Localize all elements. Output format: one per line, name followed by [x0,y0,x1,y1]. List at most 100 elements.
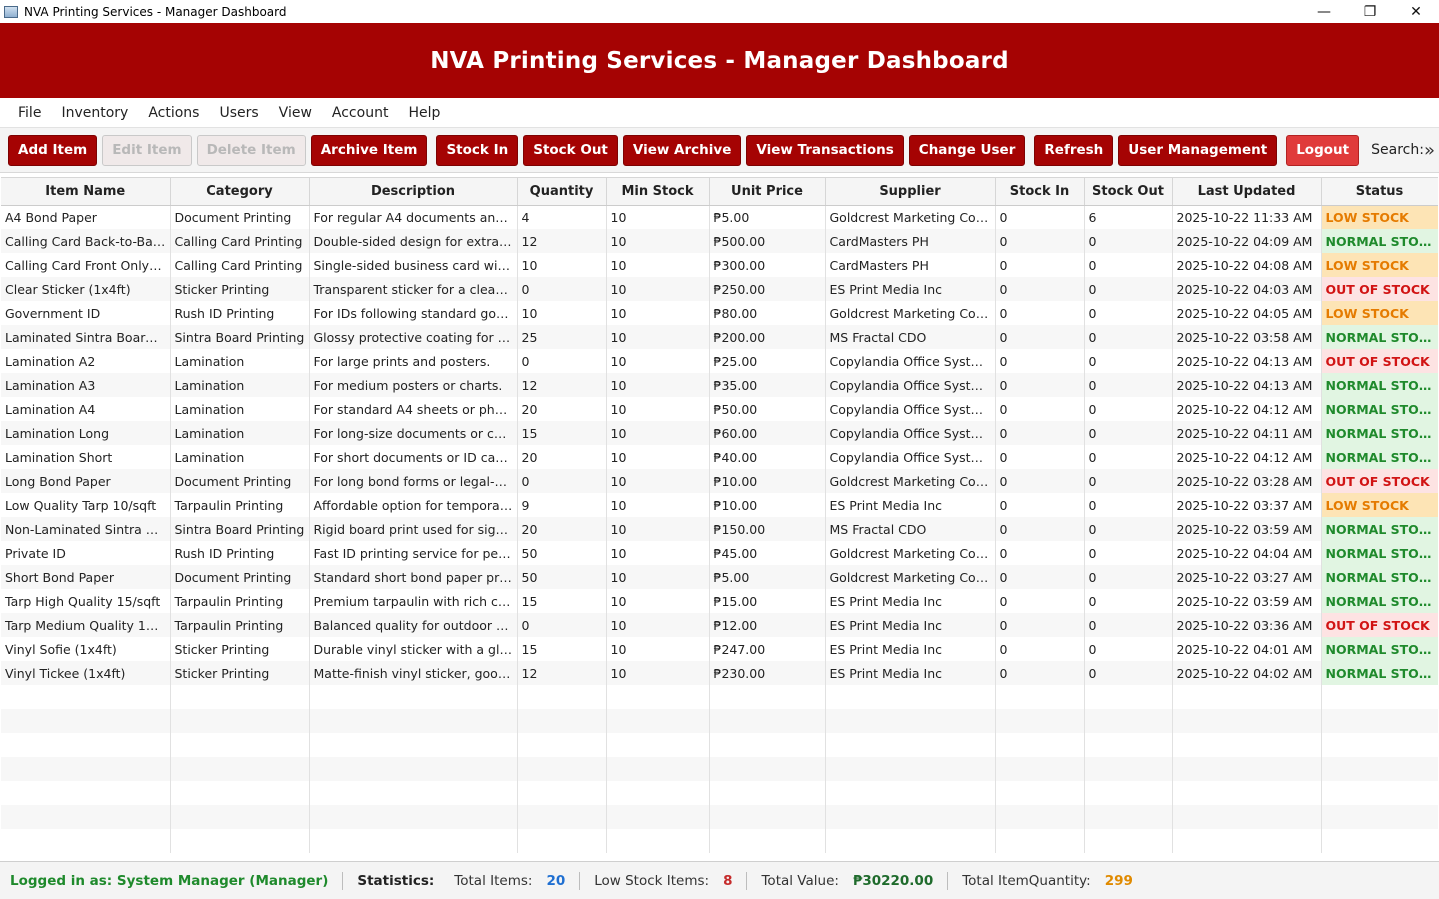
table-cell [825,709,996,733]
table-cell: 0 [1084,445,1173,469]
total-quantity-value: 299 [1104,872,1133,889]
column-header[interactable]: Quantity [517,178,607,206]
table-row[interactable]: Calling Card Back-to-Back ... Calling Car… [1,229,1438,253]
column-header[interactable]: Supplier [825,178,996,206]
table-cell [309,781,518,805]
table-cell: 9 [517,493,607,517]
table-cell: 0 [995,205,1085,229]
menu-inventory[interactable]: Inventory [51,105,138,121]
user-management-button[interactable]: User Management [1118,134,1278,166]
table-row[interactable]: Government ID Rush ID Printing For IDs fol… [1,301,1438,325]
table-cell: Sintra Board Printing [170,517,310,541]
table-cell [1084,805,1173,829]
table-row[interactable]: Laminated Sintra Board 20... Sintra Board… [1,325,1438,349]
edit-item-button[interactable]: Edit Item [102,134,192,166]
column-header[interactable]: Stock Out [1084,178,1173,206]
maximize-icon[interactable]: ❐ [1347,0,1393,23]
table-cell: ES Print Media Inc [825,637,996,661]
delete-item-button[interactable]: Delete Item [196,134,306,166]
table-row[interactable]: Tarp High Quality 15/sqft Tarpaulin Print… [1,589,1438,613]
table-cell [517,709,607,733]
table-row[interactable]: Short Bond Paper Document Printing Standar… [1,565,1438,589]
table-cell: Long Bond Paper [1,469,171,493]
table-cell [606,805,710,829]
table-cell: CardMasters PH [825,253,996,277]
archive-item-button[interactable]: Archive Item [310,134,428,166]
table-cell: Document Printing [170,565,310,589]
table-row[interactable]: Clear Sticker (1x4ft) Sticker Printing Tra… [1,277,1438,301]
table-cell: 2025-10-22 04:13 AM [1172,349,1322,373]
app-window: NVA Printing Services - Manager Dashboar… [0,0,1439,899]
table-row[interactable]: Lamination A2 Lamination For large prints … [1,349,1438,373]
table-cell: 0 [517,469,607,493]
menu-file[interactable]: File [8,105,51,121]
table-cell: 2025-10-22 04:08 AM [1172,253,1322,277]
table-cell: Calling Card Back-to-Back ... [1,229,171,253]
stock-out-button[interactable]: Stock Out [523,134,618,166]
table-cell: MS Fractal CDO [825,517,996,541]
table-cell [1084,685,1173,709]
table-row[interactable]: Lamination A4 Lamination For standard A4 s… [1,397,1438,421]
table-cell: Single-sided business card with y... [309,253,518,277]
table-cell: Lamination A3 [1,373,171,397]
status-separator [579,871,581,890]
logout-button[interactable]: Logout [1286,134,1360,166]
view-archive-button[interactable]: View Archive [622,134,742,166]
column-header[interactable]: Unit Price [709,178,826,206]
menu-account[interactable]: Account [322,105,399,121]
menu-users[interactable]: Users [209,105,268,121]
empty-row [1,829,1438,853]
table-row[interactable]: Long Bond Paper Document Printing For long… [1,469,1438,493]
table-cell: ES Print Media Inc [825,277,996,301]
table-row[interactable]: Tarp Medium Quality 12/s... Tarpaulin Pri… [1,613,1438,637]
status-badge: NORMAL STOCK [1321,661,1438,685]
table-cell: Lamination Short [1,445,171,469]
table-cell: 2025-10-22 04:04 AM [1172,541,1322,565]
menu-view[interactable]: View [269,105,322,121]
table-row[interactable]: A4 Bond Paper Document Printing For regula… [1,205,1438,229]
empty-row [1,733,1438,757]
table-cell: Tarpaulin Printing [170,493,310,517]
table-cell: ₱230.00 [709,661,826,685]
table-row[interactable]: Lamination Short Lamination For short docu… [1,445,1438,469]
add-item-button[interactable]: Add Item [8,134,98,166]
close-icon[interactable]: ✕ [1393,0,1439,23]
column-header[interactable]: Item Name [1,178,171,206]
table-cell: Glossy protective coating for a p... [309,325,518,349]
table-row[interactable]: Non-Laminated Sintra Boa... Sintra Board … [1,517,1438,541]
column-header[interactable]: Min Stock [606,178,710,206]
stock-in-button[interactable]: Stock In [436,134,519,166]
menu-help[interactable]: Help [398,105,450,121]
refresh-button[interactable]: Refresh [1034,134,1114,166]
table-cell: 15 [517,637,607,661]
table-cell [1084,829,1173,853]
page-title: NVA Printing Services - Manager Dashboar… [430,47,1009,74]
column-header[interactable]: Description [309,178,518,206]
table-row[interactable]: Low Quality Tarp 10/sqft Tarpaulin Printi… [1,493,1438,517]
table-cell [709,685,826,709]
change-user-button[interactable]: Change User [908,134,1026,166]
table-row[interactable]: Vinyl Tickee (1x4ft) Sticker Printing Matt… [1,661,1438,685]
table-cell [825,757,996,781]
table-row[interactable]: Calling Card Front Only (1... Calling Car… [1,253,1438,277]
minimize-icon[interactable]: — [1301,0,1347,23]
menu-actions[interactable]: Actions [138,105,209,121]
table-cell: 10 [606,613,710,637]
column-header[interactable]: Last Updated [1172,178,1322,206]
table-cell: Lamination [170,349,310,373]
table-row[interactable]: Lamination Long Lamination For long-size d… [1,421,1438,445]
table-cell: Lamination [170,397,310,421]
table-row[interactable]: Private ID Rush ID Printing Fast ID printi… [1,541,1438,565]
column-header[interactable]: Status [1321,178,1438,206]
toolbar-overflow-icon[interactable]: » [1424,140,1435,161]
column-header[interactable]: Category [170,178,310,206]
table-cell: Lamination Long [1,421,171,445]
table-row[interactable]: Lamination A3 Lamination For medium poster… [1,373,1438,397]
table-cell: Tarp Medium Quality 12/s... [1,613,171,637]
view-transactions-button[interactable]: View Transactions [746,134,904,166]
table-cell: 0 [1084,493,1173,517]
table-cell [309,829,518,853]
table-row[interactable]: Vinyl Sofie (1x4ft) Sticker Printing Durab… [1,637,1438,661]
table-cell: 0 [1084,613,1173,637]
column-header[interactable]: Stock In [995,178,1085,206]
